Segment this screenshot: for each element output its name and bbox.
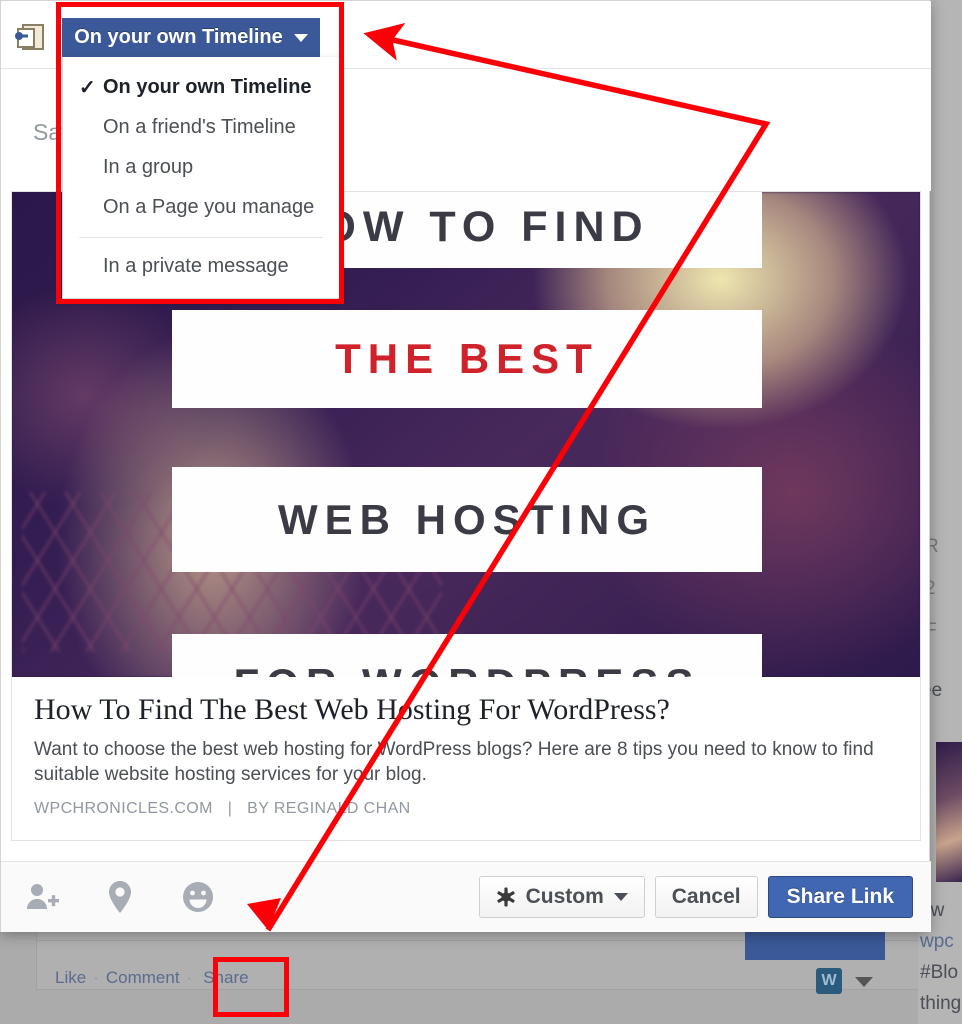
- chevron-down-icon: [293, 33, 308, 42]
- tag-friends-icon[interactable]: [23, 878, 61, 916]
- gear-icon: [496, 887, 515, 907]
- audience-dropdown: On your own Timeline ✓ On your own Timel…: [62, 18, 340, 299]
- preview-title[interactable]: How To Find The Best Web Hosting For Wor…: [34, 691, 898, 729]
- rail-line-7: #Blo: [920, 962, 959, 983]
- rail-thumbnail: [936, 742, 962, 882]
- menu-separator: [79, 237, 323, 238]
- menu-item-in-a-group[interactable]: In a group: [63, 147, 339, 187]
- share-icon: [15, 24, 44, 50]
- image-line-4: FOR WORDPRESS: [172, 634, 762, 677]
- rail-line-6: wpc: [920, 931, 954, 952]
- wordpress-icon: W: [816, 968, 842, 994]
- audience-dropdown-label: On your own Timeline: [74, 26, 283, 48]
- menu-item-own-timeline[interactable]: ✓ On your own Timeline: [63, 67, 339, 107]
- post-action-bar: Like · Comment · Share: [55, 958, 875, 998]
- menu-item-label: In a private message: [103, 254, 289, 277]
- post-action-dot-1: ·: [93, 968, 99, 987]
- check-icon: ✓: [79, 76, 96, 99]
- preview-byline: BY REGINALD CHAN: [247, 799, 411, 817]
- preview-meta: WPCHRONICLES.COM | BY REGINALD CHAN: [34, 800, 898, 818]
- screen: Like · Comment · Share W R 2 F ee ow wpc…: [0, 0, 962, 1024]
- share-link-button[interactable]: Share Link: [767, 876, 913, 918]
- chevron-down-icon[interactable]: [855, 977, 873, 987]
- post-like-link[interactable]: Like: [55, 968, 86, 988]
- audience-dropdown-button[interactable]: On your own Timeline: [62, 18, 320, 57]
- image-line-3: WEB HOSTING: [172, 467, 762, 572]
- emoji-icon[interactable]: [179, 878, 217, 916]
- background-blue-button[interactable]: [745, 928, 885, 960]
- menu-item-label: On your own Timeline: [103, 75, 312, 98]
- post-comment-link[interactable]: Comment: [106, 968, 180, 988]
- preview-text-body: How To Find The Best Web Hosting For Wor…: [12, 677, 920, 840]
- preview-description: Want to choose the best web hosting for …: [34, 738, 874, 786]
- menu-item-label: In a group: [103, 155, 194, 178]
- cancel-button[interactable]: Cancel: [654, 876, 758, 918]
- location-pin-icon[interactable]: [101, 878, 139, 916]
- preview-domain: WPCHRONICLES.COM: [34, 799, 213, 817]
- rail-line-8: thing: [920, 993, 962, 1014]
- privacy-selector-button[interactable]: Custom: [478, 876, 645, 918]
- chevron-down-icon: [613, 893, 628, 901]
- footer-button-group: Custom Cancel Share Link: [478, 876, 913, 918]
- audience-dropdown-menu: ✓ On your own Timeline On a friend's Tim…: [62, 57, 340, 299]
- menu-item-private-message[interactable]: In a private message: [63, 246, 339, 286]
- dialog-footer: Custom Cancel Share Link: [1, 861, 931, 932]
- image-line-2: THE BEST: [172, 310, 762, 408]
- post-action-dot-2: ·: [186, 968, 193, 987]
- post-share-link[interactable]: Share: [199, 966, 252, 990]
- menu-item-label: On a Page you manage: [103, 195, 315, 218]
- footer-icon-group: [23, 878, 217, 916]
- preview-meta-separator: |: [227, 799, 233, 817]
- privacy-selector-label: Custom: [525, 885, 604, 908]
- menu-item-label: On a friend's Timeline: [103, 115, 296, 138]
- menu-item-page-you-manage[interactable]: On a Page you manage: [63, 187, 339, 227]
- menu-item-friends-timeline[interactable]: On a friend's Timeline: [63, 107, 339, 147]
